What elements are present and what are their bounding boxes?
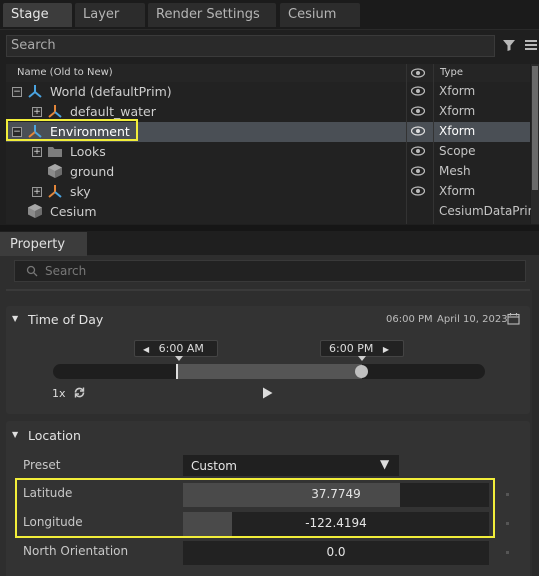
tab-property-label: Property xyxy=(10,237,66,252)
end-marker xyxy=(358,356,366,361)
column-type-header[interactable]: Type xyxy=(440,67,463,78)
xform-icon xyxy=(28,85,42,98)
preset-dropdown[interactable]: Custom ▼ xyxy=(183,455,399,476)
calendar-icon[interactable] xyxy=(507,312,520,325)
visibility-eye-icon[interactable] xyxy=(411,126,425,136)
north-orientation-label: North Orientation xyxy=(23,544,129,558)
speed-label[interactable]: 1x xyxy=(52,387,66,400)
prim-type: Xform xyxy=(439,184,476,198)
tab-layer-label: Layer xyxy=(83,7,120,22)
time-of-day-title[interactable]: Time of Day xyxy=(28,312,103,327)
filter-icon[interactable] xyxy=(501,37,517,53)
visibility-eye-icon[interactable] xyxy=(411,86,425,96)
prim-name: Cesium xyxy=(50,204,97,219)
prim-name: Looks xyxy=(70,144,106,159)
visibility-eye-icon[interactable] xyxy=(411,106,425,116)
column-name-header[interactable]: Name (Old to New) xyxy=(17,67,113,78)
panel-splitter[interactable] xyxy=(0,225,539,231)
visibility-header-eye-icon[interactable] xyxy=(411,68,425,78)
prim-type: Xform xyxy=(439,124,476,138)
time-knob[interactable] xyxy=(355,365,368,378)
end-time-field[interactable]: 6:00 PM ▶ xyxy=(320,340,404,357)
arrow-right-icon[interactable]: ▶ xyxy=(383,345,389,354)
visibility-eye-icon[interactable] xyxy=(411,166,425,176)
xform-icon xyxy=(48,185,62,198)
preset-value: Custom xyxy=(191,459,237,473)
start-handle[interactable] xyxy=(176,364,178,379)
loop-icon[interactable] xyxy=(73,386,86,399)
tab-cesium-label: Cesium xyxy=(288,7,337,22)
prim-type: Mesh xyxy=(439,164,471,178)
end-time-value: 6:00 PM xyxy=(329,342,374,355)
menu-icon[interactable] xyxy=(524,38,538,52)
tree-row-ground[interactable]: ground Mesh xyxy=(6,162,530,182)
start-marker xyxy=(175,356,183,361)
prim-name: default_water xyxy=(70,104,156,119)
time-range-fill xyxy=(177,364,362,379)
property-search-placeholder: Search xyxy=(45,264,87,278)
longitude-reset-dot[interactable] xyxy=(506,522,509,525)
tree-row-looks[interactable]: + Looks Scope xyxy=(6,142,530,162)
divider xyxy=(6,289,530,291)
mesh-icon xyxy=(48,164,62,178)
collapse-toggle[interactable]: − xyxy=(12,87,22,97)
time-range-slider[interactable] xyxy=(53,364,485,379)
stage-search-placeholder: Search xyxy=(11,38,56,53)
xform-icon xyxy=(48,105,62,118)
location-title[interactable]: Location xyxy=(28,428,81,443)
prim-type: Xform xyxy=(439,104,476,118)
preset-label: Preset xyxy=(23,458,61,472)
prim-name: World (defaultPrim) xyxy=(50,84,172,99)
expand-toggle[interactable]: + xyxy=(32,107,42,117)
north-reset-dot[interactable] xyxy=(506,551,509,554)
tab-cesium[interactable]: Cesium xyxy=(280,3,360,27)
prim-type: Xform xyxy=(439,84,476,98)
environment-highlight xyxy=(6,119,138,141)
tab-layer[interactable]: Layer xyxy=(75,3,145,27)
column-divider xyxy=(433,64,434,224)
arrow-left-icon[interactable]: ◀ xyxy=(143,345,149,354)
expand-toggle[interactable]: + xyxy=(32,187,42,197)
stage-search-input[interactable]: Search xyxy=(6,35,495,57)
stage-tree: − World (defaultPrim) Xform + default_wa… xyxy=(6,82,539,224)
tab-render-settings[interactable]: Render Settings xyxy=(148,3,276,27)
north-orientation-field[interactable]: 0.0 xyxy=(183,541,489,565)
prim-type: Scope xyxy=(439,144,476,158)
cube-icon xyxy=(28,204,42,218)
start-time-field[interactable]: ◀ 6:00 AM xyxy=(134,340,218,357)
prim-type: CesiumDataPrim xyxy=(439,204,539,218)
tree-row-cesium[interactable]: Cesium CesiumDataPrim xyxy=(6,202,539,222)
property-search-input[interactable]: Search xyxy=(14,260,526,282)
collapse-triangle-icon[interactable]: ▼ xyxy=(12,430,18,439)
lat-long-highlight xyxy=(15,478,495,538)
tab-property[interactable]: Property xyxy=(0,232,87,256)
tab-stage[interactable]: Stage xyxy=(3,3,72,27)
latitude-reset-dot[interactable] xyxy=(506,493,509,496)
collapse-triangle-icon[interactable]: ▼ xyxy=(12,314,18,323)
prim-name: ground xyxy=(70,164,115,179)
north-orientation-value: 0.0 xyxy=(326,545,346,559)
search-icon xyxy=(26,265,38,277)
date-label: April 10, 2023 xyxy=(437,314,508,325)
current-time-label: 06:00 PM xyxy=(386,314,433,325)
visibility-eye-icon[interactable] xyxy=(411,186,425,196)
tree-row-world[interactable]: − World (defaultPrim) Xform xyxy=(6,82,530,102)
tab-render-settings-label: Render Settings xyxy=(156,7,260,22)
expand-toggle[interactable]: + xyxy=(32,147,42,157)
column-divider xyxy=(406,64,407,224)
stage-tree-header: Name (Old to New) Type xyxy=(6,64,530,82)
tab-stage-label: Stage xyxy=(11,7,49,22)
play-icon[interactable] xyxy=(262,387,273,399)
chevron-down-icon[interactable]: ▼ xyxy=(380,457,389,471)
folder-icon xyxy=(48,147,62,157)
prim-name: sky xyxy=(70,184,91,199)
stage-scrollbar-thumb[interactable] xyxy=(532,66,538,190)
property-scrollbar[interactable] xyxy=(532,290,539,576)
visibility-eye-icon[interactable] xyxy=(411,146,425,156)
tree-row-sky[interactable]: + sky Xform xyxy=(6,182,530,202)
start-time-value: 6:00 AM xyxy=(158,342,204,355)
stage-tabbar: Stage Layer Render Settings Cesium xyxy=(0,0,539,30)
